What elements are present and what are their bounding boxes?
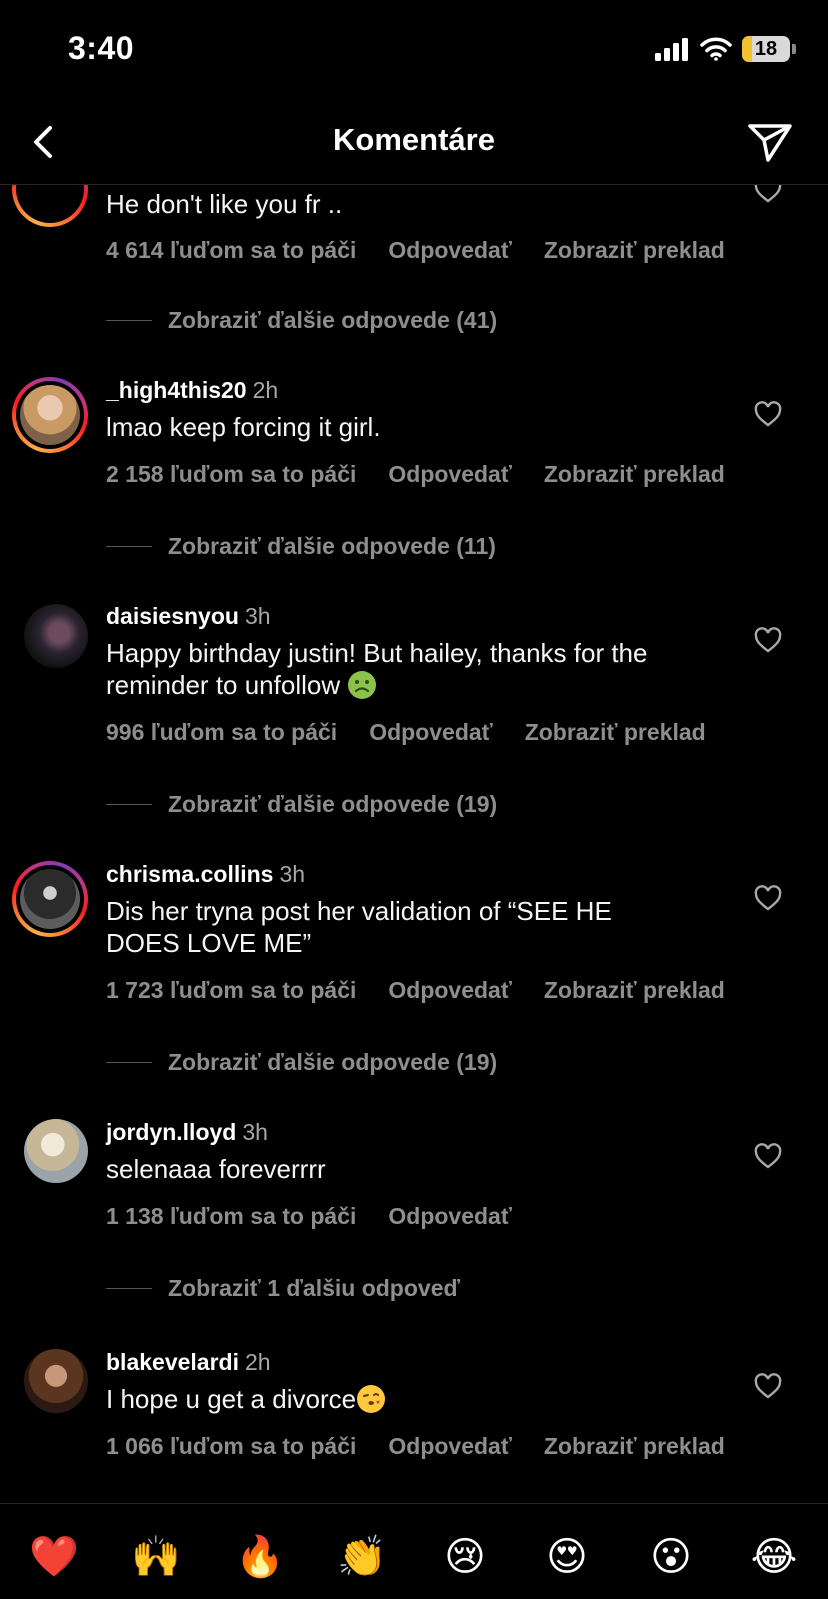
comment-header: _high4this20 2h [106,377,278,404]
likes-count[interactable]: 2 158 ľuďom sa to páči [106,461,356,488]
wifi-icon [700,37,732,61]
comment-time: 2h [252,377,279,403]
comment-header: blakevelardi 2h [106,1349,271,1376]
paper-plane-icon [748,124,792,162]
heart-icon[interactable] [754,1143,782,1171]
cellular-signal-icon [655,38,688,61]
comment-time: 3h [242,1119,268,1145]
view-more-replies-button[interactable]: Zobraziť ďalšie odpovede (11) [106,533,496,560]
battery-tip [792,44,796,54]
comments-header: Komentáre [0,100,828,185]
raising-hands-emoji[interactable]: 🙌 [131,1532,181,1582]
likes-count[interactable]: 1 138 ľuďom sa to páči [106,1203,356,1230]
comment-text-body: I hope u get a divorce [106,1384,357,1414]
more-replies-label: Zobraziť ďalšie odpovede (19) [168,791,498,817]
translate-button[interactable]: Zobraziť preklad [525,719,706,746]
comment-meta: 1 138 ľuďom sa to páči Odpovedať [106,1203,512,1230]
avatar[interactable] [12,377,88,453]
more-replies-label: Zobraziť 1 ďalšiu odpoveď [168,1275,461,1301]
reply-button[interactable]: Odpovedať [388,977,511,1004]
comment-meta: 4 614 ľuďom sa to páči Odpovedať Zobrazi… [106,237,725,264]
heart-icon[interactable] [754,185,782,205]
reply-button[interactable]: Odpovedať [388,1203,511,1230]
comment-header: daisiesnyou 3h [106,603,271,630]
heart-icon[interactable] [754,1373,782,1401]
comment-meta: 1 723 ľuďom sa to páči Odpovedať Zobrazi… [106,977,725,1004]
reply-button[interactable]: Odpovedať [388,237,511,264]
comment-text: I hope u get a divorce [106,1383,726,1415]
comments-list[interactable]: He don't like you fr .. 4 614 ľuďom sa t… [0,185,828,1505]
view-more-replies-button[interactable]: Zobraziť ďalšie odpovede (19) [106,1049,497,1076]
nauseated-face-emoji [348,671,377,699]
comment-text: He don't like you fr .. [106,189,343,219]
share-button[interactable] [744,116,796,168]
translate-button[interactable]: Zobraziť preklad [544,1433,725,1460]
avatar[interactable] [24,1119,88,1183]
reply-button[interactable]: Odpovedať [388,461,511,488]
view-more-replies-button[interactable]: Zobraziť ďalšie odpovede (41) [106,307,497,334]
status-icons: 18 [654,34,796,64]
comment-time: 3h [244,603,271,629]
comment-header: jordyn.lloyd 3h [106,1119,268,1146]
translate-button[interactable]: Zobraziť preklad [544,461,725,488]
more-replies-label: Zobraziť ďalšie odpovede (41) [168,307,498,333]
fire-emoji[interactable]: 🔥 [235,1532,285,1582]
more-replies-label: Zobraziť ďalšie odpovede (11) [168,533,496,559]
status-bar: 3:40 18 [0,0,828,100]
comment-meta: 1 066 ľuďom sa to páči Odpovedať Zobrazi… [106,1433,725,1460]
heart-eyes-emoji[interactable]: 😍 [542,1532,592,1582]
likes-count[interactable]: 1 723 ľuďom sa to páči [106,977,356,1004]
face-blowing-kiss-emoji [357,1385,386,1413]
comment-time: 2h [244,1349,271,1375]
red-heart-emoji[interactable]: ❤️ [29,1532,79,1582]
comment-meta: 996 ľuďom sa to páči Odpovedať Zobraziť … [106,719,706,746]
comment-text: Happy birthday justin! But hailey, thank… [106,637,726,701]
translate-button[interactable]: Zobraziť preklad [544,237,725,264]
comment-header: chrisma.collins 3h [106,861,305,888]
emoji-quick-bar: ❤️ 🙌 🔥 👏 😢 😍 😮 😂 [0,1504,828,1599]
username-link[interactable]: _high4this20 [106,377,247,403]
avatar[interactable] [12,185,88,227]
username-link[interactable]: daisiesnyou [106,603,239,629]
heart-icon[interactable] [754,627,782,655]
reply-button[interactable]: Odpovedať [388,1433,511,1460]
crying-face-emoji[interactable]: 😢 [440,1532,490,1582]
likes-count[interactable]: 4 614 ľuďom sa to páči [106,237,356,264]
translate-button[interactable]: Zobraziť preklad [544,977,725,1004]
heart-icon[interactable] [754,401,782,429]
avatar[interactable] [24,604,88,668]
reply-button[interactable]: Odpovedať [369,719,492,746]
likes-count[interactable]: 1 066 ľuďom sa to páči [106,1433,356,1460]
username-link[interactable]: chrisma.collins [106,861,273,887]
status-time: 3:40 [68,30,135,66]
username-link[interactable]: jordyn.lloyd [106,1119,236,1145]
view-more-replies-button[interactable]: Zobraziť ďalšie odpovede (19) [106,791,497,818]
battery-icon: 18 [742,36,790,62]
comment-text: lmao keep forcing it girl. [106,412,381,442]
tears-of-joy-emoji[interactable]: 😂 [749,1532,799,1582]
page-title: Komentáre [333,122,495,157]
avatar[interactable] [12,861,88,937]
view-more-replies-button[interactable]: Zobraziť 1 ďalšiu odpoveď [106,1275,460,1302]
username-link[interactable]: blakevelardi [106,1349,239,1375]
clapping-hands-emoji[interactable]: 👏 [337,1532,387,1582]
comment-meta: 2 158 ľuďom sa to páči Odpovedať Zobrazi… [106,461,725,488]
avatar[interactable] [24,1349,88,1413]
more-replies-label: Zobraziť ďalšie odpovede (19) [168,1049,498,1075]
battery-level: 18 [754,37,778,60]
comment-text: selenaaa foreverrrr [106,1154,326,1184]
likes-count[interactable]: 996 ľuďom sa to páči [106,719,337,746]
comment-time: 3h [279,861,306,887]
surprised-face-emoji[interactable]: 😮 [646,1532,696,1582]
heart-icon[interactable] [754,885,782,913]
comment-text: Dis her tryna post her validation of “SE… [106,896,612,958]
